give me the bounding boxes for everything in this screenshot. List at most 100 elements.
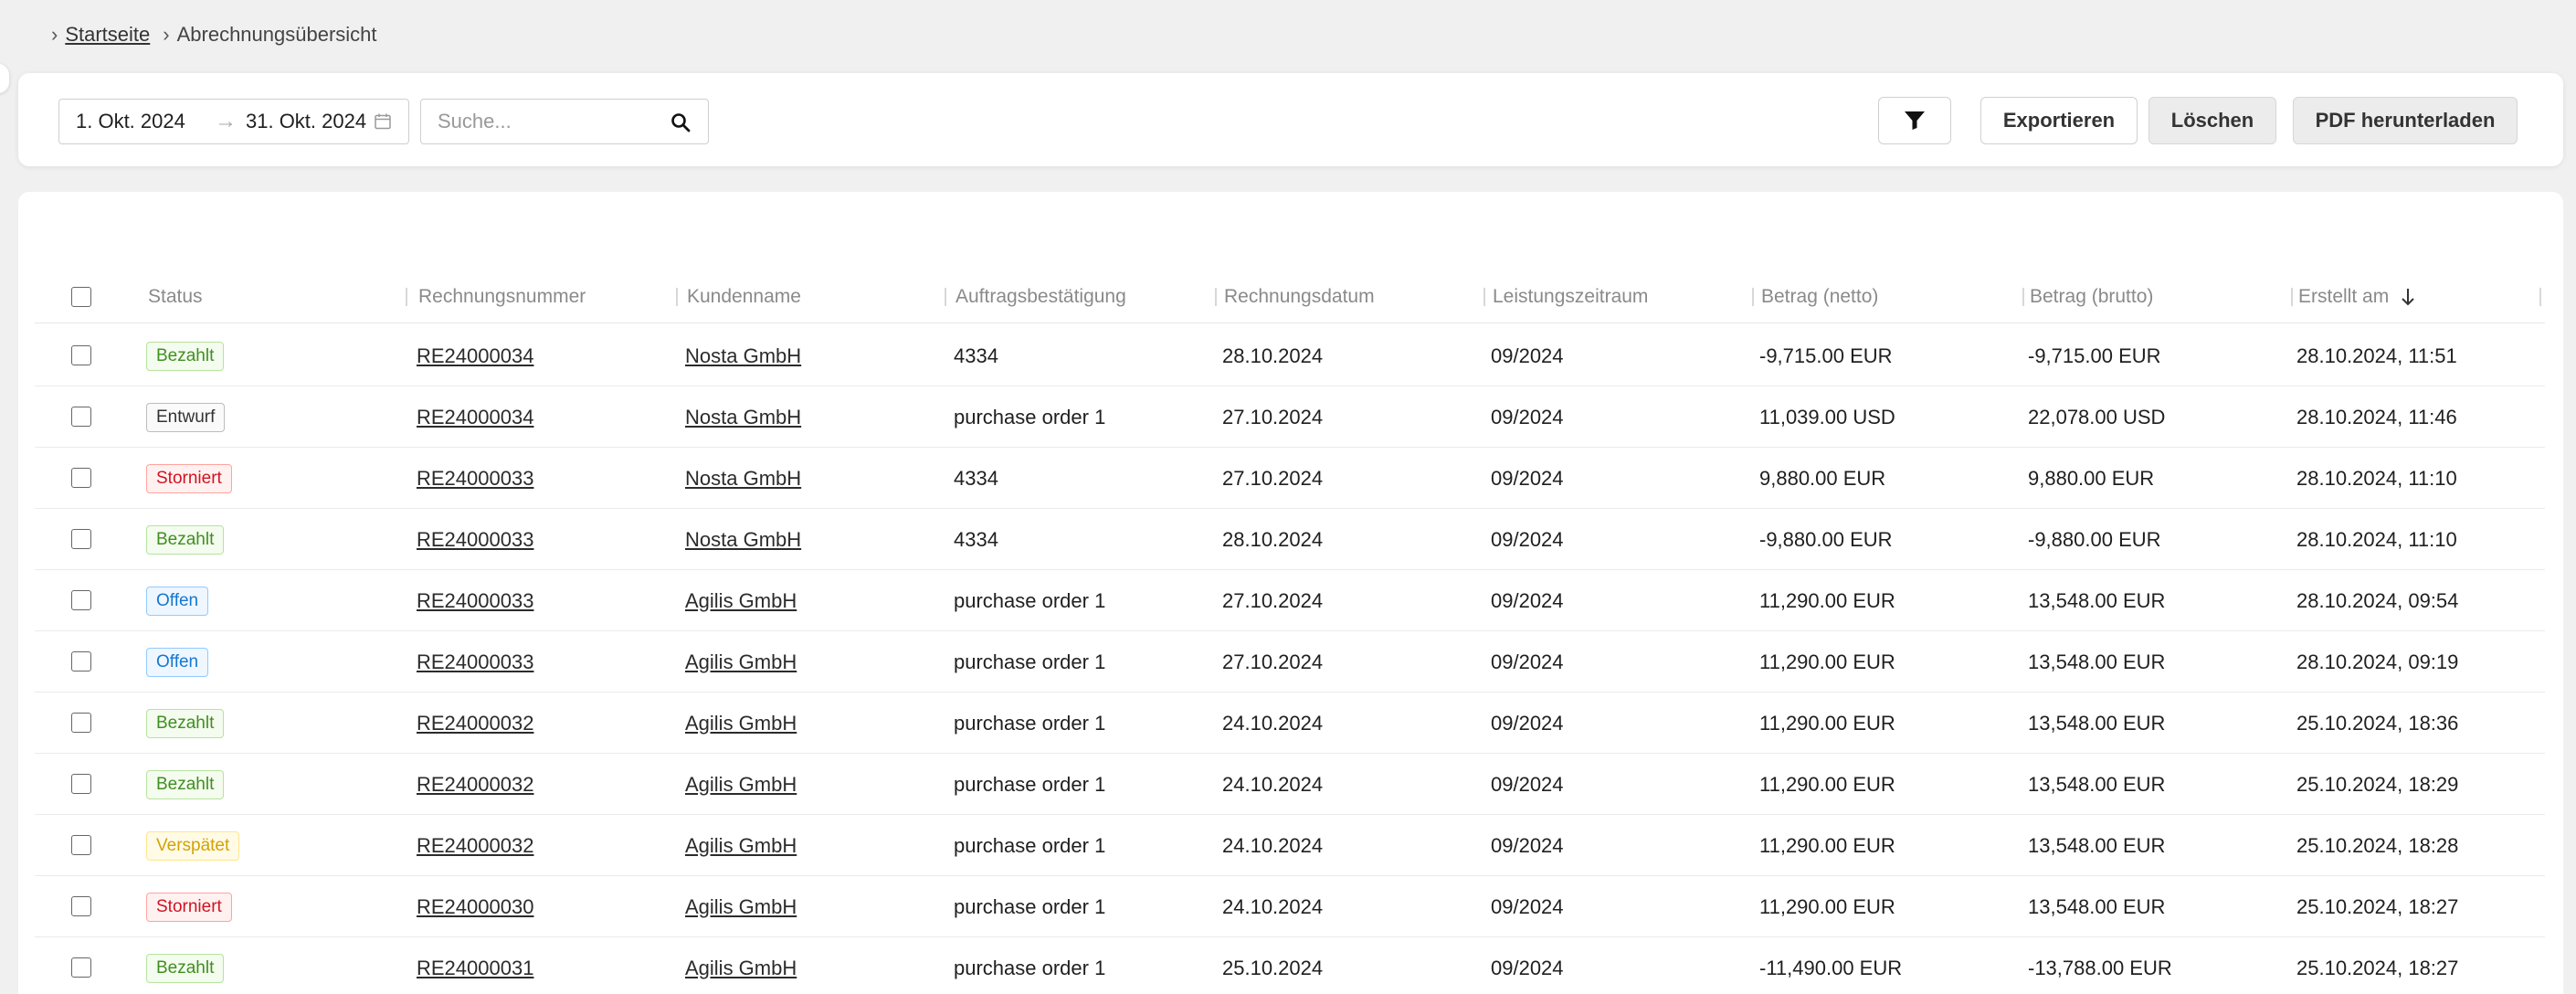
table-row[interactable]: Offen RE24000033 Agilis GmbH purchase order…	[35, 570, 2545, 631]
column-resize-handle[interactable]	[2539, 288, 2541, 306]
column-resize-handle[interactable]	[676, 288, 678, 306]
row-checkbox[interactable]	[71, 713, 91, 733]
column-header-status[interactable]: Status	[148, 270, 203, 323]
sidebar-toggle[interactable]	[0, 64, 9, 93]
table-row[interactable]: Storniert RE24000033 Nosta GmbH 4334 27.10.2…	[35, 448, 2545, 509]
export-button[interactable]: Exportieren	[1980, 97, 2138, 144]
invoice-number-link[interactable]: RE24000034	[417, 406, 533, 429]
customer-name-link[interactable]: Nosta GmbH	[685, 406, 801, 429]
table-row[interactable]: Entwurf RE24000034 Nosta GmbH purchase orde…	[35, 386, 2545, 448]
arrow-down-icon[interactable]	[2400, 287, 2416, 307]
date-from[interactable]: 1. Okt. 2024	[76, 110, 185, 133]
column-resize-handle[interactable]	[406, 288, 407, 306]
invoice-number-link[interactable]: RE24000033	[417, 589, 533, 613]
column-resize-handle[interactable]	[2022, 288, 2024, 306]
column-header-customer[interactable]: Kundenname	[687, 270, 801, 323]
invoice-number-link[interactable]: RE24000031	[417, 957, 533, 980]
order-confirmation: 4334	[954, 344, 998, 367]
customer-name-link[interactable]: Agilis GmbH	[685, 712, 797, 735]
table-row[interactable]: Bezahlt RE24000032 Agilis GmbH purchase ord…	[35, 693, 2545, 754]
service-period-cell: 09/2024	[1491, 631, 1564, 693]
table-row[interactable]: Bezahlt RE24000032 Agilis GmbH purchase ord…	[35, 754, 2545, 815]
column-resize-handle[interactable]	[1483, 288, 1485, 306]
column-resize-handle[interactable]	[1752, 288, 1754, 306]
order-confirmation: purchase order 1	[954, 650, 1106, 673]
customer-name-link[interactable]: Agilis GmbH	[685, 650, 797, 674]
column-resize-handle[interactable]	[2291, 288, 2293, 306]
invoice-number-link[interactable]: RE24000032	[417, 834, 533, 858]
breadcrumb-home-link[interactable]: Startseite	[65, 23, 150, 47]
invoice-number-link-cell: RE24000033	[417, 448, 533, 509]
customer-name-link[interactable]: Agilis GmbH	[685, 773, 797, 797]
invoice-number-link[interactable]: RE24000034	[417, 344, 533, 368]
invoice-date: 28.10.2024	[1222, 344, 1324, 367]
date-range-picker[interactable]: 1. Okt. 2024 → 31. Okt. 2024	[58, 99, 409, 144]
status-cell: Offen	[146, 631, 209, 693]
customer-name-link[interactable]: Agilis GmbH	[685, 895, 797, 919]
table-row[interactable]: Bezahlt RE24000033 Nosta GmbH 4334 28.10.202…	[35, 509, 2545, 570]
invoice-date-cell: 28.10.2024	[1222, 325, 1323, 386]
gross-amount: 13,548.00 EUR	[2028, 711, 2166, 735]
column-header-created-at[interactable]: Erstellt am	[2298, 270, 2416, 323]
invoice-number-link-cell: RE24000033	[417, 631, 533, 693]
column-header-gross-amount[interactable]: Betrag (brutto)	[2030, 270, 2153, 323]
row-checkbox[interactable]	[71, 651, 91, 671]
invoice-number-link[interactable]: RE24000033	[417, 467, 533, 491]
column-resize-handle[interactable]	[1215, 288, 1217, 306]
search-input[interactable]	[421, 100, 659, 143]
row-checkbox[interactable]	[71, 407, 91, 427]
row-checkbox[interactable]	[71, 774, 91, 794]
column-header-service-period[interactable]: Leistungszeitraum	[1493, 270, 1648, 323]
row-checkbox[interactable]	[71, 468, 91, 488]
invoice-number-link[interactable]: RE24000033	[417, 650, 533, 674]
invoice-number-link[interactable]: RE24000032	[417, 773, 533, 797]
net-amount-cell: 11,039.00 USD	[1759, 386, 1895, 448]
created-at: 28.10.2024, 11:10	[2296, 466, 2457, 490]
filter-button[interactable]	[1878, 97, 1951, 144]
column-header-invoice-number[interactable]: Rechnungsnummer	[418, 270, 586, 323]
order-confirmation: purchase order 1	[954, 894, 1106, 918]
select-all-checkbox[interactable]	[71, 287, 91, 307]
service-period: 09/2024	[1491, 588, 1564, 612]
gross-amount-cell: 13,548.00 EUR	[2028, 754, 2165, 815]
service-period-cell: 09/2024	[1491, 570, 1564, 631]
pdf-download-button[interactable]: PDF herunterladen	[2293, 97, 2518, 144]
table-row[interactable]: Storniert RE24000030 Agilis GmbH purchase o…	[35, 876, 2545, 937]
column-header-order-confirmation[interactable]: Auftragsbestätigung	[955, 270, 1126, 323]
table-row[interactable]: Bezahlt RE24000031 Agilis GmbH purchase ord…	[35, 937, 2545, 994]
column-header-label: Erstellt am	[2298, 286, 2390, 307]
table-row[interactable]: Bezahlt RE24000034 Nosta GmbH 4334 28.10.202…	[35, 325, 2545, 386]
customer-name-link[interactable]: Nosta GmbH	[685, 467, 801, 491]
net-amount: 11,290.00 EUR	[1759, 772, 1895, 796]
table-row[interactable]: Offen RE24000033 Agilis GmbH purchase order…	[35, 631, 2545, 693]
row-checkbox[interactable]	[71, 835, 91, 855]
customer-name-link[interactable]: Agilis GmbH	[685, 589, 797, 613]
customer-name-link[interactable]: Nosta GmbH	[685, 528, 801, 552]
row-checkbox[interactable]	[71, 590, 91, 610]
invoice-number-link[interactable]: RE24000030	[417, 895, 533, 919]
status-badge: Offen	[146, 647, 209, 677]
invoice-date-cell: 24.10.2024	[1222, 815, 1323, 876]
date-to[interactable]: 31. Okt. 2024	[246, 110, 366, 133]
row-checkbox[interactable]	[71, 957, 91, 978]
table-row[interactable]: Verspätet RE24000032 Agilis GmbH purchase o…	[35, 815, 2545, 876]
invoice-number-link-cell: RE24000030	[417, 876, 533, 937]
row-checkbox[interactable]	[71, 345, 91, 365]
customer-name-link[interactable]: Agilis GmbH	[685, 834, 797, 858]
search-icon[interactable]	[670, 111, 692, 133]
row-checkbox[interactable]	[71, 529, 91, 549]
invoice-number-link[interactable]: RE24000033	[417, 528, 533, 552]
created-at-cell: 28.10.2024, 09:19	[2296, 631, 2458, 693]
breadcrumb-current: Abrechnungsübersicht	[176, 23, 377, 46]
column-header-net-amount[interactable]: Betrag (netto)	[1761, 270, 1878, 323]
column-resize-handle[interactable]	[945, 288, 946, 306]
customer-name-link[interactable]: Agilis GmbH	[685, 957, 797, 980]
chevron-right-icon: ›	[163, 23, 170, 46]
invoice-number-link[interactable]: RE24000032	[417, 712, 533, 735]
customer-name-link[interactable]: Nosta GmbH	[685, 344, 801, 368]
invoice-date: 28.10.2024	[1222, 527, 1324, 551]
row-checkbox[interactable]	[71, 896, 91, 916]
delete-button[interactable]: Löschen	[2148, 97, 2276, 144]
invoice-date: 24.10.2024	[1222, 894, 1324, 918]
column-header-invoice-date[interactable]: Rechnungsdatum	[1224, 270, 1375, 323]
